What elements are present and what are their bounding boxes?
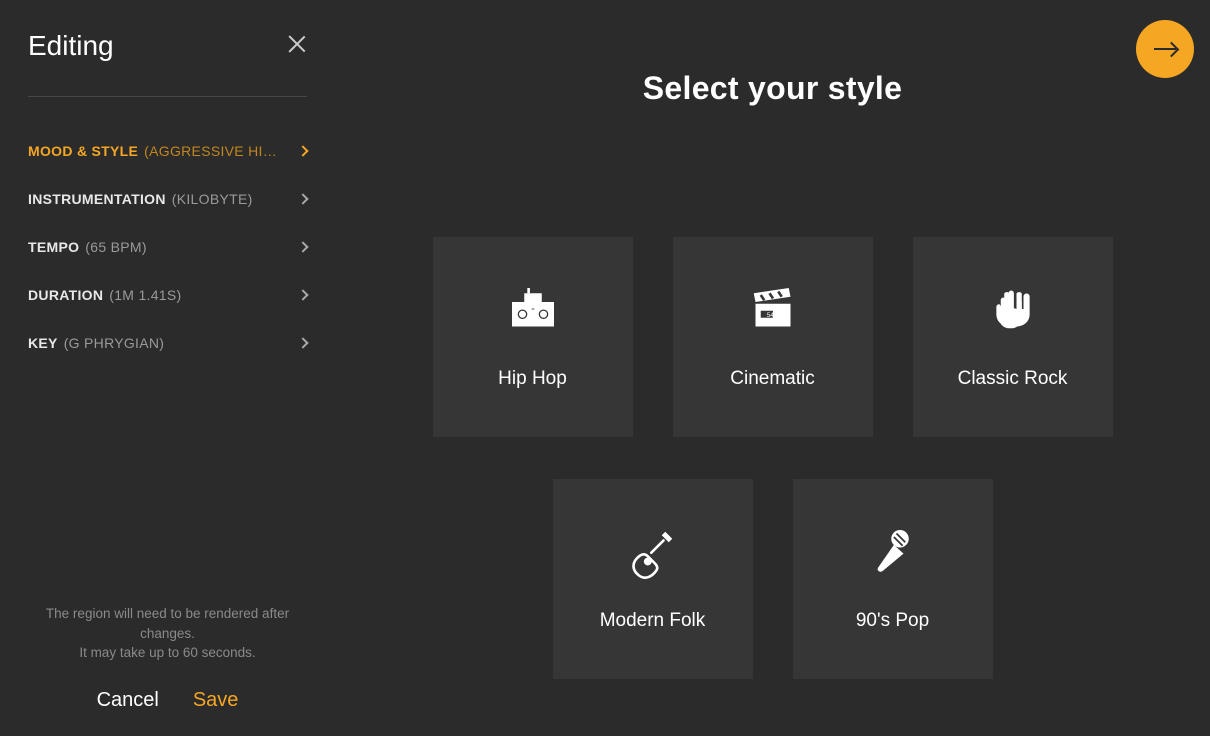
card-row: Hip Hop 54 Cinematic (433, 237, 1113, 437)
menu-item-instrumentation[interactable]: Instrumentation (KILOBYTE) (28, 175, 307, 223)
menu-label: Duration (28, 287, 103, 303)
menu-label: Mood & Style (28, 143, 138, 159)
card-label: Classic Rock (958, 368, 1068, 390)
menu-item-key[interactable]: Key (G PHRYGIAN) (28, 319, 307, 367)
menu-item-duration[interactable]: Duration (1M 1.41S) (28, 271, 307, 319)
card-label: Hip Hop (498, 368, 567, 390)
boombox-icon (505, 284, 561, 334)
microphone-icon (865, 526, 921, 576)
menu-value: (65 BPM) (85, 239, 147, 255)
sidebar-title: Editing (28, 30, 114, 62)
rock-hand-icon (985, 284, 1041, 334)
sidebar-menu: Mood & Style (AGGRESSIVE HIP H… Instrume… (28, 127, 307, 367)
footer-actions: Cancel Save (28, 689, 307, 712)
footer-note-line2: It may take up to 60 seconds. (79, 645, 255, 660)
sidebar: Editing Mood & Style (AGGRESSIVE HIP H… … (0, 0, 335, 736)
style-card-hip-hop[interactable]: Hip Hop (433, 237, 633, 437)
menu-label: Instrumentation (28, 191, 166, 207)
menu-value: (1M 1.41S) (109, 287, 181, 303)
cancel-button[interactable]: Cancel (97, 689, 159, 712)
card-label: Modern Folk (600, 610, 706, 632)
menu-label: Key (28, 335, 58, 351)
close-icon[interactable] (287, 34, 307, 54)
style-card-classic-rock[interactable]: Classic Rock (913, 237, 1113, 437)
menu-label: Tempo (28, 239, 79, 255)
card-row: Modern Folk 90's Pop (553, 479, 993, 679)
divider (28, 96, 307, 97)
footer-note: The region will need to be rendered afte… (28, 604, 307, 663)
next-button[interactable] (1136, 20, 1194, 78)
style-card-cinematic[interactable]: 54 Cinematic (673, 237, 873, 437)
card-label: 90's Pop (856, 610, 929, 632)
card-label: Cinematic (730, 368, 814, 390)
clapperboard-icon: 54 (745, 284, 801, 334)
menu-item-tempo[interactable]: Tempo (65 BPM) (28, 223, 307, 271)
svg-text:54: 54 (766, 312, 773, 319)
sidebar-footer: The region will need to be rendered afte… (28, 604, 307, 712)
menu-value: (G PHRYGIAN) (64, 335, 165, 351)
footer-note-line1: The region will need to be rendered afte… (46, 606, 289, 641)
chevron-right-icon (297, 289, 308, 300)
chevron-right-icon (297, 241, 308, 252)
chevron-right-icon (297, 145, 308, 156)
style-card-90s-pop[interactable]: 90's Pop (793, 479, 993, 679)
sidebar-header: Editing (28, 30, 307, 62)
page-title: Select your style (335, 70, 1210, 107)
save-button[interactable]: Save (193, 689, 239, 712)
chevron-right-icon (297, 337, 308, 348)
menu-item-mood-style[interactable]: Mood & Style (AGGRESSIVE HIP H… (28, 127, 307, 175)
style-cards: Hip Hop 54 Cinematic (335, 237, 1210, 679)
style-card-modern-folk[interactable]: Modern Folk (553, 479, 753, 679)
arrow-right-icon (1154, 48, 1176, 50)
main-panel: Select your style Hip Hop (335, 0, 1210, 736)
menu-value: (AGGRESSIVE HIP H… (144, 143, 278, 159)
menu-value: (KILOBYTE) (172, 191, 253, 207)
chevron-right-icon (297, 193, 308, 204)
guitar-icon (625, 526, 681, 576)
